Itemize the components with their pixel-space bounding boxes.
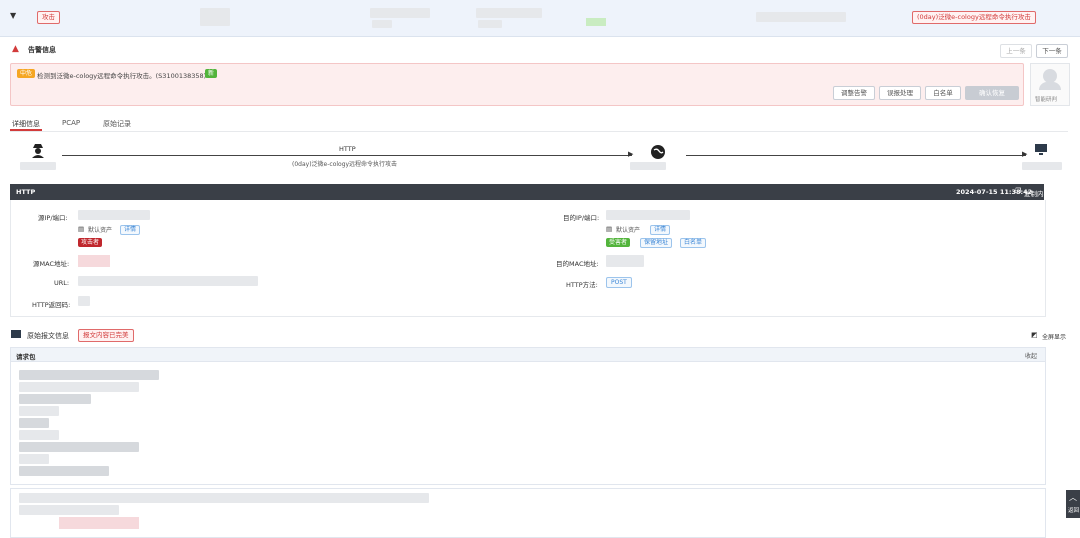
false-positive-button[interactable]: 误报处理	[879, 86, 921, 100]
src-ip-label: 源IP/端口:	[38, 214, 68, 222]
arrow-right-icon: ▶	[1022, 150, 1028, 158]
dst-detail-link[interactable]: 详情	[650, 225, 671, 235]
redacted-line	[19, 442, 139, 452]
flow-arrow-line	[62, 155, 632, 156]
tab-detail[interactable]: 详细信息	[12, 119, 40, 129]
new-badge: 新	[205, 69, 218, 78]
redacted-line	[19, 394, 91, 404]
dst-tag-reserved: 保留地址	[640, 238, 673, 248]
http-panel-title: HTTP	[16, 188, 36, 196]
dst-asset-label: 默认资产	[616, 227, 641, 234]
dst-mac-label: 目的MAC地址:	[556, 260, 599, 268]
user-avatar-body-icon	[1039, 82, 1061, 90]
copy-content-button[interactable]: 复制内容	[1024, 188, 1050, 198]
dst-ip-label: 目的IP/端口:	[563, 214, 600, 222]
prev-button[interactable]: 上一条	[1000, 44, 1032, 58]
redacted-field	[372, 20, 392, 28]
redacted-line	[19, 454, 49, 464]
src-mac-label: 源MAC地址:	[33, 260, 70, 268]
dst-tag-whitelist: 白名单	[680, 238, 707, 248]
severity-badge: 中危	[17, 69, 36, 78]
http-method-label: HTTP方法:	[566, 281, 598, 289]
collapse-chevron-icon[interactable]: ▼	[10, 11, 16, 20]
src-detail-link[interactable]: 详情	[120, 225, 141, 235]
copy-icon[interactable]: ❐	[1015, 187, 1021, 195]
flow-attack-label: (0day)泛微e-cology远程命令执行攻击	[292, 161, 398, 168]
redacted-line	[19, 430, 59, 440]
collapse-button[interactable]: 收起	[1025, 351, 1037, 360]
fullscreen-icon[interactable]: ◩	[1031, 331, 1038, 339]
alert-summary-box: 中危 检测到泛微e-cology远程命令执行攻击。(S3100138358) 新…	[10, 63, 1024, 106]
redacted-src-ip	[20, 162, 56, 170]
whitelist-button[interactable]: 白名单	[925, 86, 961, 100]
alert-section-title: 告警信息	[28, 46, 56, 54]
assign-label: 智能研判	[1035, 97, 1058, 103]
redacted-highlight	[59, 517, 139, 529]
redacted-line	[19, 418, 49, 428]
terminal-icon	[11, 330, 21, 338]
alert-description: 检测到泛微e-cology远程命令执行攻击。(S3100138358)	[37, 72, 207, 80]
redacted-src-mac	[78, 255, 110, 267]
redacted-line	[19, 505, 119, 515]
http-status-label: HTTP返回码:	[32, 301, 71, 309]
redacted-field	[476, 8, 542, 18]
redacted-status	[586, 18, 606, 26]
request-packet-header: 请求包 收起	[10, 347, 1046, 362]
raw-warning-tag: 报文内容已完美	[78, 329, 134, 342]
url-label: URL:	[54, 279, 70, 287]
src-asset-label: 默认资产	[88, 227, 113, 234]
redacted-field	[370, 8, 430, 18]
asset-icon: ▤	[606, 225, 613, 233]
attack-type-tag: 攻击	[37, 11, 60, 24]
tab-pcap[interactable]: PCAP	[62, 119, 80, 127]
user-avatar-icon	[1043, 69, 1057, 83]
http-method-value: POST	[606, 277, 632, 288]
asset-icon: ▤	[78, 225, 85, 233]
adjust-alert-button[interactable]: 调整告警	[833, 86, 875, 100]
back-to-top-button[interactable]: ︿ 返回	[1066, 490, 1080, 518]
redacted-field	[200, 8, 230, 26]
http-panel-header: HTTP 2024-07-15 11:38:42 ❐ 复制内容	[10, 184, 1050, 200]
redacted-line	[19, 370, 159, 380]
event-name-tag: (0day)泛微e-cology远程命令执行攻击	[912, 11, 1036, 24]
monitor-icon	[1034, 143, 1048, 155]
redacted-mid-ip	[630, 162, 666, 170]
tab-divider	[10, 131, 1068, 132]
redacted-field	[478, 20, 502, 28]
redacted-dst-ip	[606, 210, 690, 220]
redacted-status-code	[78, 296, 90, 306]
globe-icon	[651, 145, 665, 159]
attacker-icon	[30, 142, 46, 158]
redacted-dst-ip	[1022, 162, 1062, 170]
redacted-line	[19, 406, 59, 416]
next-button[interactable]: 下一条	[1036, 44, 1068, 58]
redacted-dst-mac	[606, 255, 644, 267]
fullscreen-button[interactable]: 全屏显示	[1042, 332, 1066, 341]
chevron-up-icon: ︿	[1069, 493, 1077, 502]
event-header-bar[interactable]: ▼ 攻击 (0day)泛微e-cology远程命令执行攻击	[0, 0, 1080, 37]
request-label: 请求包	[16, 353, 36, 361]
assign-card[interactable]: 智能研判	[1030, 63, 1070, 106]
confirm-recover-button[interactable]: 确认恢复	[965, 86, 1019, 100]
redacted-line	[19, 466, 109, 476]
dst-role-badge: 受害者	[606, 238, 631, 247]
request-packet-body-2[interactable]	[10, 488, 1046, 538]
http-details-panel	[10, 200, 1046, 317]
redacted-src-ip	[78, 210, 150, 220]
redacted-line	[19, 382, 139, 392]
flow-protocol-label: HTTP	[339, 145, 356, 153]
raw-section-title: 原始报文信息	[27, 332, 69, 340]
tab-raw-record[interactable]: 原始记录	[103, 119, 131, 129]
src-role-badge: 攻击者	[78, 238, 103, 247]
flow-arrow-line-2	[686, 155, 1026, 156]
redacted-field	[756, 12, 846, 22]
arrow-right-icon: ▶	[628, 150, 634, 158]
warning-icon: ▲	[12, 44, 19, 54]
request-packet-body[interactable]	[10, 361, 1046, 485]
redacted-line	[19, 493, 429, 503]
back-to-top-label: 返回	[1068, 508, 1080, 514]
redacted-url	[78, 276, 258, 286]
